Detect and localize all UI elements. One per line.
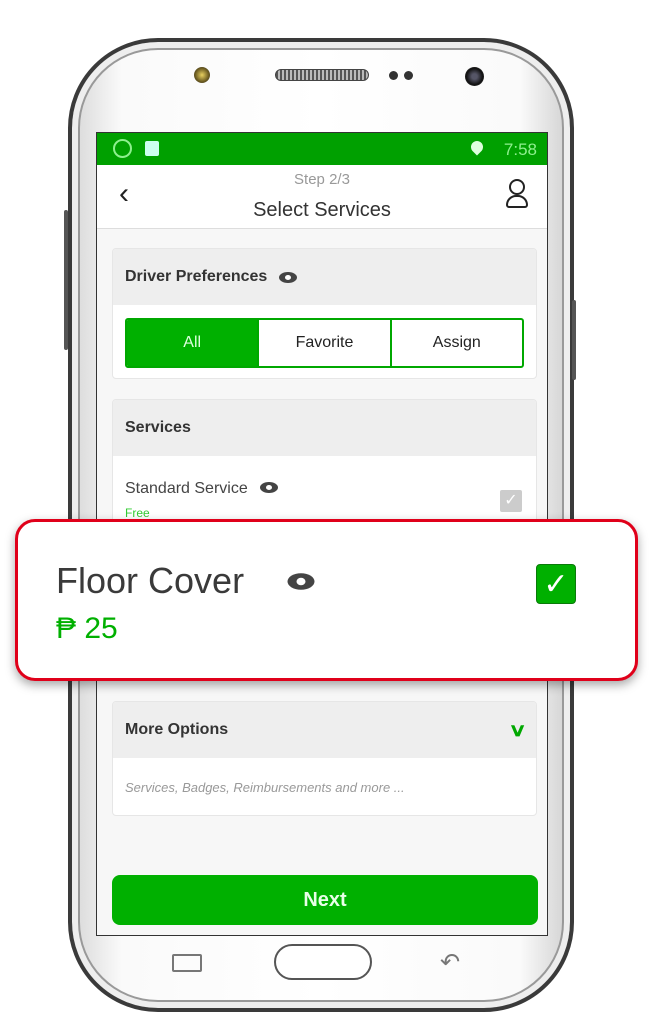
whatsapp-icon: [113, 139, 132, 158]
driver-preferences-card: Driver Preferences All Favorite Assign: [112, 248, 537, 379]
power-button: [572, 300, 576, 380]
service-price: Free: [125, 506, 150, 520]
clock: 7:58: [503, 140, 537, 159]
section-title: More Options: [125, 721, 229, 738]
driver-preferences-header: Driver Preferences: [113, 249, 536, 305]
more-options-card: More Options ∨ Services, Badges, Reimburs…: [112, 701, 537, 816]
volume-button: [64, 210, 68, 350]
proximity-sensor: [194, 67, 210, 83]
sensor-dot: [389, 71, 398, 80]
headset-agent-icon[interactable]: [505, 179, 529, 209]
eye-icon[interactable]: [259, 482, 278, 493]
services-header: Services: [113, 400, 536, 456]
section-title: Driver Preferences: [125, 268, 268, 285]
more-options-header[interactable]: More Options ∨: [113, 702, 536, 758]
check-icon: ✓: [543, 568, 569, 601]
step-indicator: Step 2/3: [294, 171, 350, 188]
next-button[interactable]: Next: [112, 875, 538, 925]
service-price: ₱ 25: [56, 612, 118, 645]
location-pin-icon: [468, 138, 486, 156]
app-notification-icon: [145, 141, 159, 156]
floor-cover-callout[interactable]: Floor Cover ₱ 25 ✓: [15, 519, 638, 681]
front-camera: [465, 67, 484, 86]
driver-preference-segmented-control: All Favorite Assign: [125, 318, 524, 368]
service-checkbox[interactable]: ✓: [536, 564, 576, 604]
home-button[interactable]: [274, 944, 372, 980]
eye-icon[interactable]: [287, 573, 315, 590]
app-header: ‹ Step 2/3 Select Services: [97, 165, 547, 229]
sensor-dot: [404, 71, 413, 80]
chevron-down-icon[interactable]: ∨: [508, 720, 526, 741]
service-item-standard[interactable]: Standard Service Free ✓: [113, 456, 536, 522]
speaker-grille: [275, 69, 369, 81]
option-assign[interactable]: Assign: [389, 320, 522, 366]
service-checkbox[interactable]: ✓: [500, 490, 522, 512]
page-title: Select Services: [253, 199, 391, 221]
option-all[interactable]: All: [127, 320, 258, 366]
service-name: Standard Service: [125, 480, 248, 497]
option-favorite[interactable]: Favorite: [257, 320, 389, 366]
recent-apps-button[interactable]: [172, 954, 202, 972]
more-options-description: Services, Badges, Reimbursements and mor…: [125, 780, 405, 795]
service-name: Floor Cover: [56, 560, 245, 601]
eye-icon[interactable]: [279, 271, 298, 283]
back-nav-button[interactable]: ↶: [440, 948, 460, 977]
status-bar: 7:58: [97, 133, 547, 165]
